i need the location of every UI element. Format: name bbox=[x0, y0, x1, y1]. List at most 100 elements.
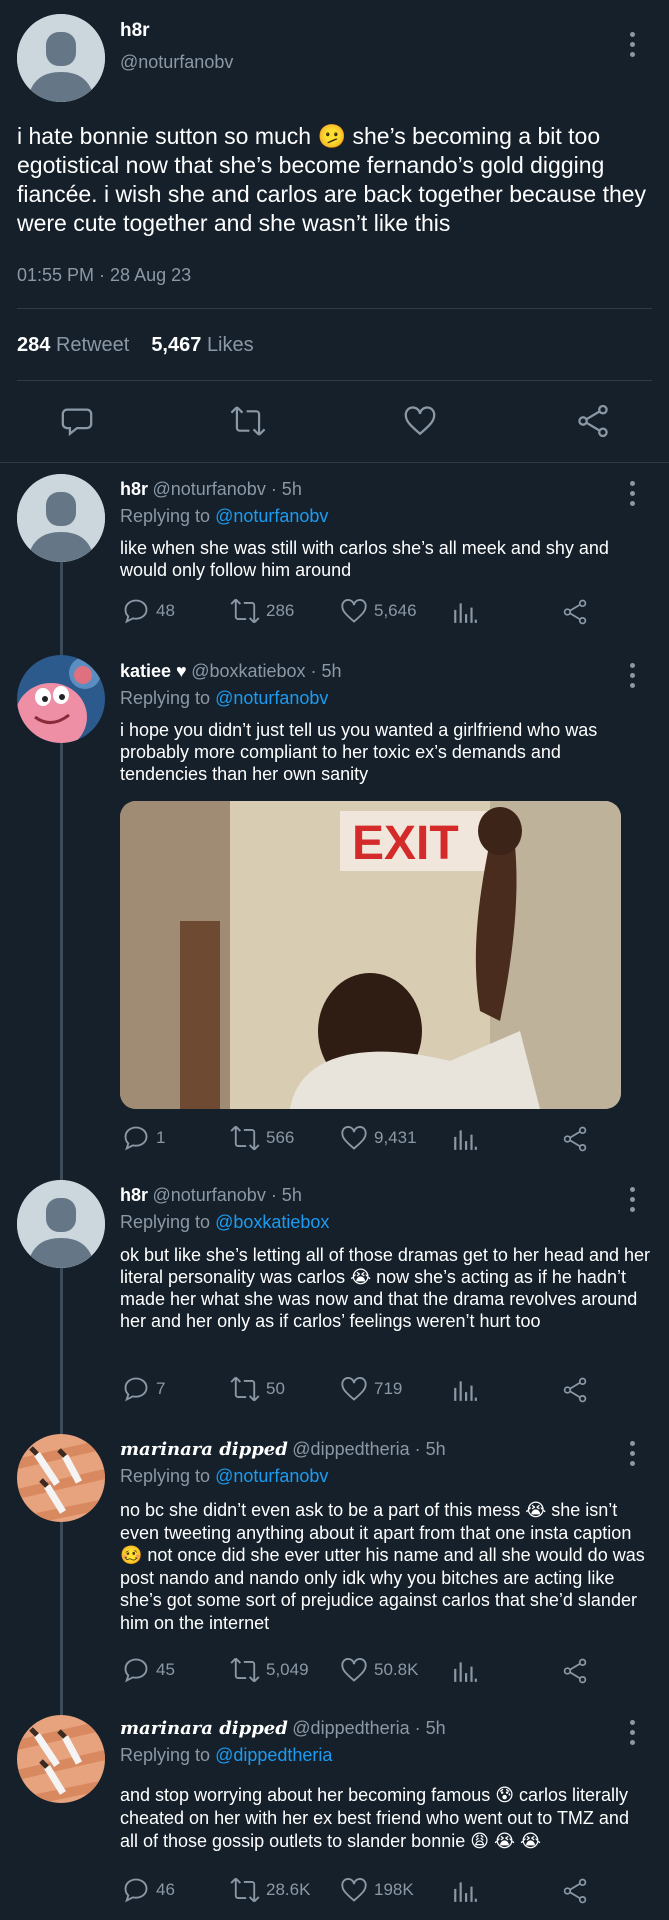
analytics-icon[interactable] bbox=[452, 1126, 478, 1152]
reply-avatar[interactable] bbox=[17, 1715, 105, 1803]
reply-author-handle[interactable]: @dippedtheria · 5h bbox=[292, 1718, 445, 1738]
retweet-icon bbox=[230, 1657, 260, 1683]
reply-more-icon[interactable] bbox=[629, 663, 635, 688]
reply-icon[interactable] bbox=[60, 404, 94, 438]
like-button[interactable]: 719 bbox=[340, 1375, 402, 1403]
analytics-icon[interactable] bbox=[452, 599, 478, 625]
main-author-handle[interactable]: @noturfanobv bbox=[120, 52, 233, 73]
like-count: 5,646 bbox=[374, 601, 417, 620]
reply-avatar[interactable] bbox=[17, 1180, 105, 1268]
retweet-icon[interactable] bbox=[230, 404, 266, 438]
reply-header: katiee ♥ @boxkatiebox · 5h bbox=[120, 661, 342, 682]
reply-icon bbox=[124, 1377, 148, 1402]
replying-to-label: Replying to bbox=[120, 688, 211, 708]
reply-more-icon[interactable] bbox=[629, 481, 635, 506]
replying-to-label: Replying to bbox=[120, 1212, 211, 1232]
replying-to-handle[interactable]: @noturfanobv bbox=[215, 1466, 328, 1486]
likes-count: 5,467 bbox=[151, 334, 202, 356]
attached-image[interactable]: EXIT bbox=[120, 801, 621, 1109]
reply-icon bbox=[124, 1126, 148, 1151]
share-icon[interactable] bbox=[562, 1377, 588, 1403]
retweet-button[interactable]: 28.6K bbox=[230, 1876, 310, 1904]
divider bbox=[17, 308, 652, 309]
exit-meme-image: EXIT bbox=[120, 801, 621, 1109]
reply-button[interactable]: 7 bbox=[122, 1375, 165, 1403]
likes-stat[interactable]: 5,467 Likes bbox=[151, 334, 253, 357]
reply-button[interactable]: 46 bbox=[122, 1876, 175, 1904]
reply-action-bar: 45 5,049 50.8K bbox=[122, 1656, 592, 1686]
retweet-icon bbox=[230, 1125, 260, 1151]
reply-text: and stop worrying about her becoming fam… bbox=[120, 1785, 629, 1851]
reply-author-name[interactable]: h8r bbox=[120, 1185, 148, 1205]
main-more-icon[interactable] bbox=[629, 32, 635, 57]
like-icon bbox=[341, 1376, 367, 1401]
reply-author-name[interactable]: h8r bbox=[120, 479, 148, 499]
reply-button[interactable]: 48 bbox=[122, 597, 175, 625]
knives-avatar-image bbox=[17, 1434, 105, 1522]
retweet-button[interactable]: 50 bbox=[230, 1375, 285, 1403]
reply-text: like when she was still with carlos she’… bbox=[120, 538, 609, 580]
reply-author-name[interactable]: katiee ♥ bbox=[120, 661, 187, 681]
analytics-icon[interactable] bbox=[452, 1377, 478, 1403]
main-timestamp[interactable]: 01:55 PM · 28 Aug 23 bbox=[17, 265, 191, 286]
reply-button[interactable]: 45 bbox=[122, 1656, 175, 1684]
reply-author-name[interactable]: marinara dipped bbox=[120, 1718, 288, 1739]
retweet-button[interactable]: 286 bbox=[230, 597, 294, 625]
analytics-icon[interactable] bbox=[452, 1878, 478, 1904]
default-avatar-icon bbox=[17, 14, 105, 102]
reply-action-bar: 1 566 9,431 bbox=[122, 1124, 592, 1154]
share-icon[interactable] bbox=[576, 404, 610, 438]
main-stats: 284 Retweet 5,467 Likes bbox=[17, 334, 254, 357]
main-avatar[interactable] bbox=[17, 14, 105, 102]
like-icon bbox=[341, 1877, 367, 1902]
reply-header: marinara dipped @dippedtheria · 5h bbox=[120, 1439, 446, 1460]
retweet-count: 28.6K bbox=[266, 1880, 311, 1899]
likes-label: Likes bbox=[206, 334, 254, 356]
reply-author-handle[interactable]: @boxkatiebox · 5h bbox=[191, 661, 341, 681]
main-action-bar bbox=[60, 404, 610, 440]
reply-button[interactable]: 1 bbox=[122, 1124, 165, 1152]
like-button[interactable]: 198K bbox=[340, 1876, 414, 1904]
replying-to-handle[interactable]: @noturfanobv bbox=[215, 688, 328, 708]
share-icon[interactable] bbox=[562, 1878, 588, 1904]
reply-author-name[interactable]: marinara dipped bbox=[120, 1439, 288, 1460]
like-button[interactable]: 50.8K bbox=[340, 1656, 418, 1684]
reply-icon bbox=[124, 599, 148, 624]
share-icon[interactable] bbox=[562, 1658, 588, 1684]
reply-more-icon[interactable] bbox=[629, 1720, 635, 1745]
reply-author-handle[interactable]: @noturfanobv · 5h bbox=[152, 1185, 301, 1205]
retweets-label: Retweet bbox=[55, 334, 130, 356]
reply-more-icon[interactable] bbox=[629, 1441, 635, 1466]
reply-avatar[interactable] bbox=[17, 474, 105, 562]
like-icon[interactable] bbox=[403, 404, 437, 438]
retweet-button[interactable]: 5,049 bbox=[230, 1656, 309, 1684]
analytics-icon[interactable] bbox=[452, 1658, 478, 1684]
reply-avatar[interactable] bbox=[17, 655, 105, 743]
like-button[interactable]: 9,431 bbox=[340, 1124, 417, 1152]
reply-author-handle[interactable]: @noturfanobv · 5h bbox=[152, 479, 301, 499]
replying-to: Replying to @boxkatiebox bbox=[120, 1212, 329, 1233]
reply-avatar[interactable] bbox=[17, 1434, 105, 1522]
reply-text: no bc she didn’t even ask to be a part o… bbox=[120, 1500, 645, 1633]
retweet-count: 286 bbox=[266, 601, 295, 620]
retweet-icon bbox=[230, 1376, 260, 1402]
reply-count: 46 bbox=[156, 1880, 175, 1899]
replying-to-handle[interactable]: @boxkatiebox bbox=[215, 1212, 329, 1232]
reply-action-bar: 46 28.6K 198K bbox=[122, 1876, 592, 1906]
default-avatar-icon bbox=[17, 1180, 105, 1268]
retweet-button[interactable]: 566 bbox=[230, 1124, 294, 1152]
retweets-stat[interactable]: 284 Retweet bbox=[17, 334, 129, 357]
replying-to: Replying to @noturfanobv bbox=[120, 1466, 328, 1487]
main-author-name[interactable]: h8r bbox=[120, 20, 150, 42]
replying-to-handle[interactable]: @noturfanobv bbox=[215, 506, 328, 526]
retweet-icon bbox=[230, 598, 260, 624]
like-icon bbox=[341, 598, 367, 623]
replying-to-handle[interactable]: @dippedtheria bbox=[215, 1745, 332, 1765]
share-icon[interactable] bbox=[562, 1126, 588, 1152]
share-icon[interactable] bbox=[562, 599, 588, 625]
reply-author-handle[interactable]: @dippedtheria · 5h bbox=[292, 1439, 445, 1459]
reply-count: 45 bbox=[156, 1660, 175, 1679]
reply-more-icon[interactable] bbox=[629, 1187, 635, 1212]
like-button[interactable]: 5,646 bbox=[340, 597, 417, 625]
like-icon bbox=[341, 1657, 367, 1682]
